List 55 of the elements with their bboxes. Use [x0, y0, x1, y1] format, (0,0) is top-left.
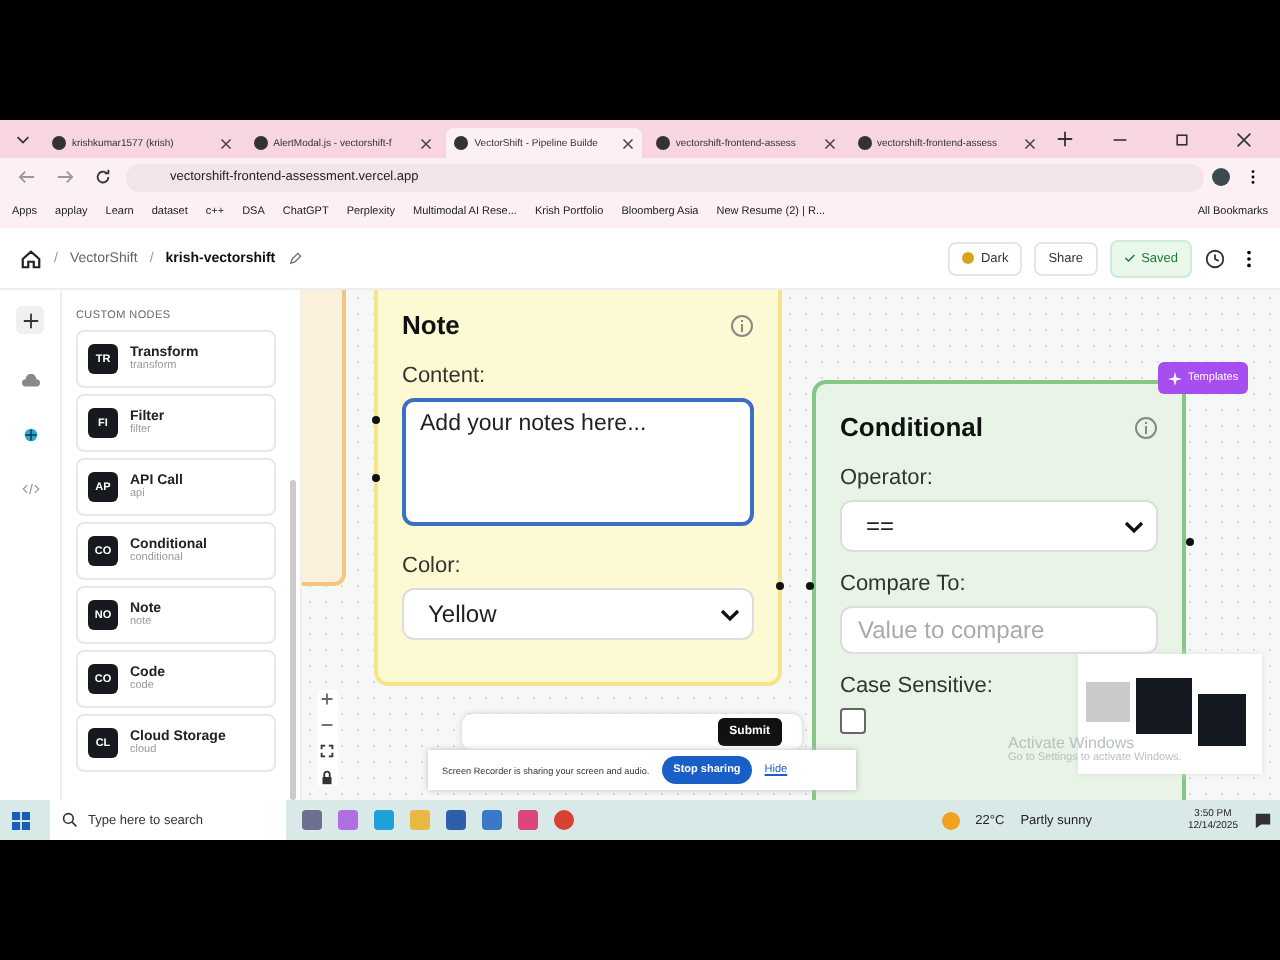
notification-icon[interactable]: [1254, 811, 1272, 829]
favicon: [253, 136, 268, 150]
code-icon[interactable]: [21, 482, 39, 496]
connection-handle[interactable]: [372, 474, 380, 482]
close-icon[interactable]: [1236, 131, 1253, 147]
compare-field[interactable]: Value to compare: [840, 606, 1158, 654]
globe-icon[interactable]: [21, 428, 39, 442]
check-icon: [1123, 252, 1136, 264]
favicon: [655, 136, 670, 150]
home-icon[interactable]: [20, 247, 42, 269]
zoom-in-icon[interactable]: [318, 690, 336, 708]
chevron-down-icon: [720, 607, 740, 621]
field-label: Content:: [402, 364, 488, 388]
pencil-icon[interactable]: [287, 251, 302, 265]
search-icon: [62, 812, 78, 828]
cloud-icon[interactable]: [21, 374, 39, 388]
info-icon[interactable]: [730, 313, 754, 337]
windows-start-icon[interactable]: [12, 811, 30, 829]
chevron-down-icon: [1124, 519, 1144, 533]
case-checkbox[interactable]: [840, 708, 866, 734]
connection-handle[interactable]: [372, 416, 380, 424]
connection-handle[interactable]: [776, 582, 784, 590]
back-icon[interactable]: [18, 168, 36, 186]
close-tab-icon[interactable]: [219, 137, 232, 149]
field-label: Operator:: [840, 466, 935, 490]
field-label: Case Sensitive:: [840, 674, 995, 698]
forward-icon[interactable]: [56, 168, 74, 186]
node-title: Note: [402, 310, 460, 340]
color-dropdown[interactable]: Yellow: [402, 588, 754, 640]
fit-view-icon[interactable]: [318, 742, 336, 760]
info-icon[interactable]: [1134, 415, 1158, 439]
lock-icon[interactable]: [318, 768, 336, 786]
close-tab-icon[interactable]: [823, 137, 835, 149]
field-label: Color:: [402, 554, 463, 578]
favicon: [52, 136, 66, 150]
connection-handle[interactable]: [1186, 538, 1194, 546]
history-icon[interactable]: [1204, 247, 1226, 269]
scrollbar[interactable]: [290, 480, 296, 800]
sparkle-icon: [1168, 371, 1182, 385]
favicon: [454, 136, 469, 150]
close-tab-icon[interactable]: [621, 137, 634, 149]
add-button[interactable]: [16, 306, 44, 334]
field-label: Compare To:: [840, 572, 968, 596]
connection-handle[interactable]: [806, 582, 814, 590]
favicon: [857, 136, 871, 150]
operator-dropdown[interactable]: ==: [840, 500, 1158, 552]
close-tab-icon[interactable]: [420, 137, 433, 149]
restore-icon[interactable]: [1174, 131, 1191, 147]
content-field[interactable]: Add your notes here...: [402, 398, 754, 526]
profile-avatar[interactable]: [1212, 168, 1230, 186]
close-tab-icon[interactable]: [1024, 137, 1037, 149]
new-tab-icon[interactable]: [1056, 130, 1075, 148]
reload-icon[interactable]: [94, 168, 112, 186]
note-node[interactable]: Note Content: Add your notes here... Color: Yellow: [374, 290, 782, 686]
node-title: Conditional: [840, 412, 983, 442]
